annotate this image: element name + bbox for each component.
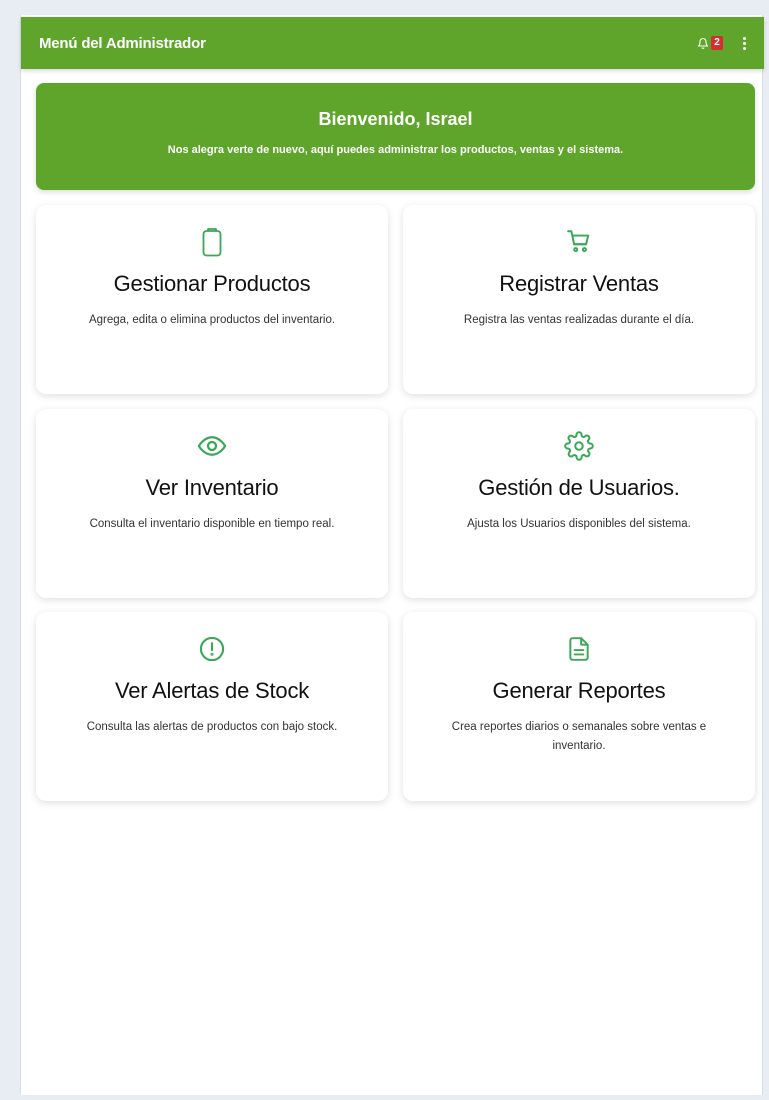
card-gestionar-productos[interactable]: Gestionar Productos Agrega, edita o elim… [36, 205, 388, 394]
app-title: Menú del Administrador [39, 34, 206, 52]
card-ver-alertas-stock[interactable]: Ver Alertas de Stock Consulta las alerta… [36, 612, 388, 801]
card-description: Crea reportes diarios o semanales sobre … [451, 721, 707, 752]
card-title: Ver Inventario [145, 475, 279, 500]
card-generar-reportes[interactable]: Generar Reportes Crea reportes diarios o… [403, 612, 755, 801]
card-ver-inventario[interactable]: Ver Inventario Consulta el inventario di… [36, 409, 388, 598]
more-vertical-icon[interactable] [739, 36, 750, 50]
app-bar-actions: 2 [697, 36, 750, 50]
eye-icon [66, 431, 358, 463]
card-gestion-usuarios[interactable]: Gestión de Usuarios. Ajusta los Usuarios… [403, 409, 755, 598]
card-description: Ajusta los Usuarios disponibles del sist… [467, 518, 691, 530]
alert-circle-icon [66, 634, 358, 666]
welcome-title: Bienvenido, Israel [318, 109, 473, 129]
card-title: Gestionar Productos [113, 271, 311, 296]
card-title: Generar Reportes [492, 678, 666, 703]
clipboard-icon [66, 227, 358, 259]
card-title: Ver Alertas de Stock [114, 678, 310, 703]
notifications-button[interactable]: 2 [697, 36, 723, 50]
card-description: Agrega, edita o elimina productos del in… [88, 314, 336, 326]
document-icon [433, 634, 725, 666]
welcome-banner: Bienvenido, Israel Nos alegra verte de n… [36, 83, 755, 190]
notification-badge: 2 [711, 36, 723, 50]
card-title: Registrar Ventas [499, 271, 659, 296]
bell-icon [697, 37, 709, 49]
app-bar: Menú del Administrador 2 [21, 17, 764, 69]
card-description: Consulta las alertas de productos con ba… [86, 721, 338, 733]
card-description: Consulta el inventario disponible en tie… [89, 518, 335, 530]
card-description: Registra las ventas realizadas durante e… [463, 314, 695, 326]
app-frame: Menú del Administrador 2 Bienvenido, Isr… [20, 15, 764, 1095]
gear-icon [433, 431, 725, 463]
card-title: Gestión de Usuarios. [478, 475, 680, 500]
card-registrar-ventas[interactable]: Registrar Ventas Registra las ventas rea… [403, 205, 755, 394]
cart-icon [433, 227, 725, 259]
welcome-subtitle: Nos alegra verte de nuevo, aquí puedes a… [167, 144, 624, 156]
